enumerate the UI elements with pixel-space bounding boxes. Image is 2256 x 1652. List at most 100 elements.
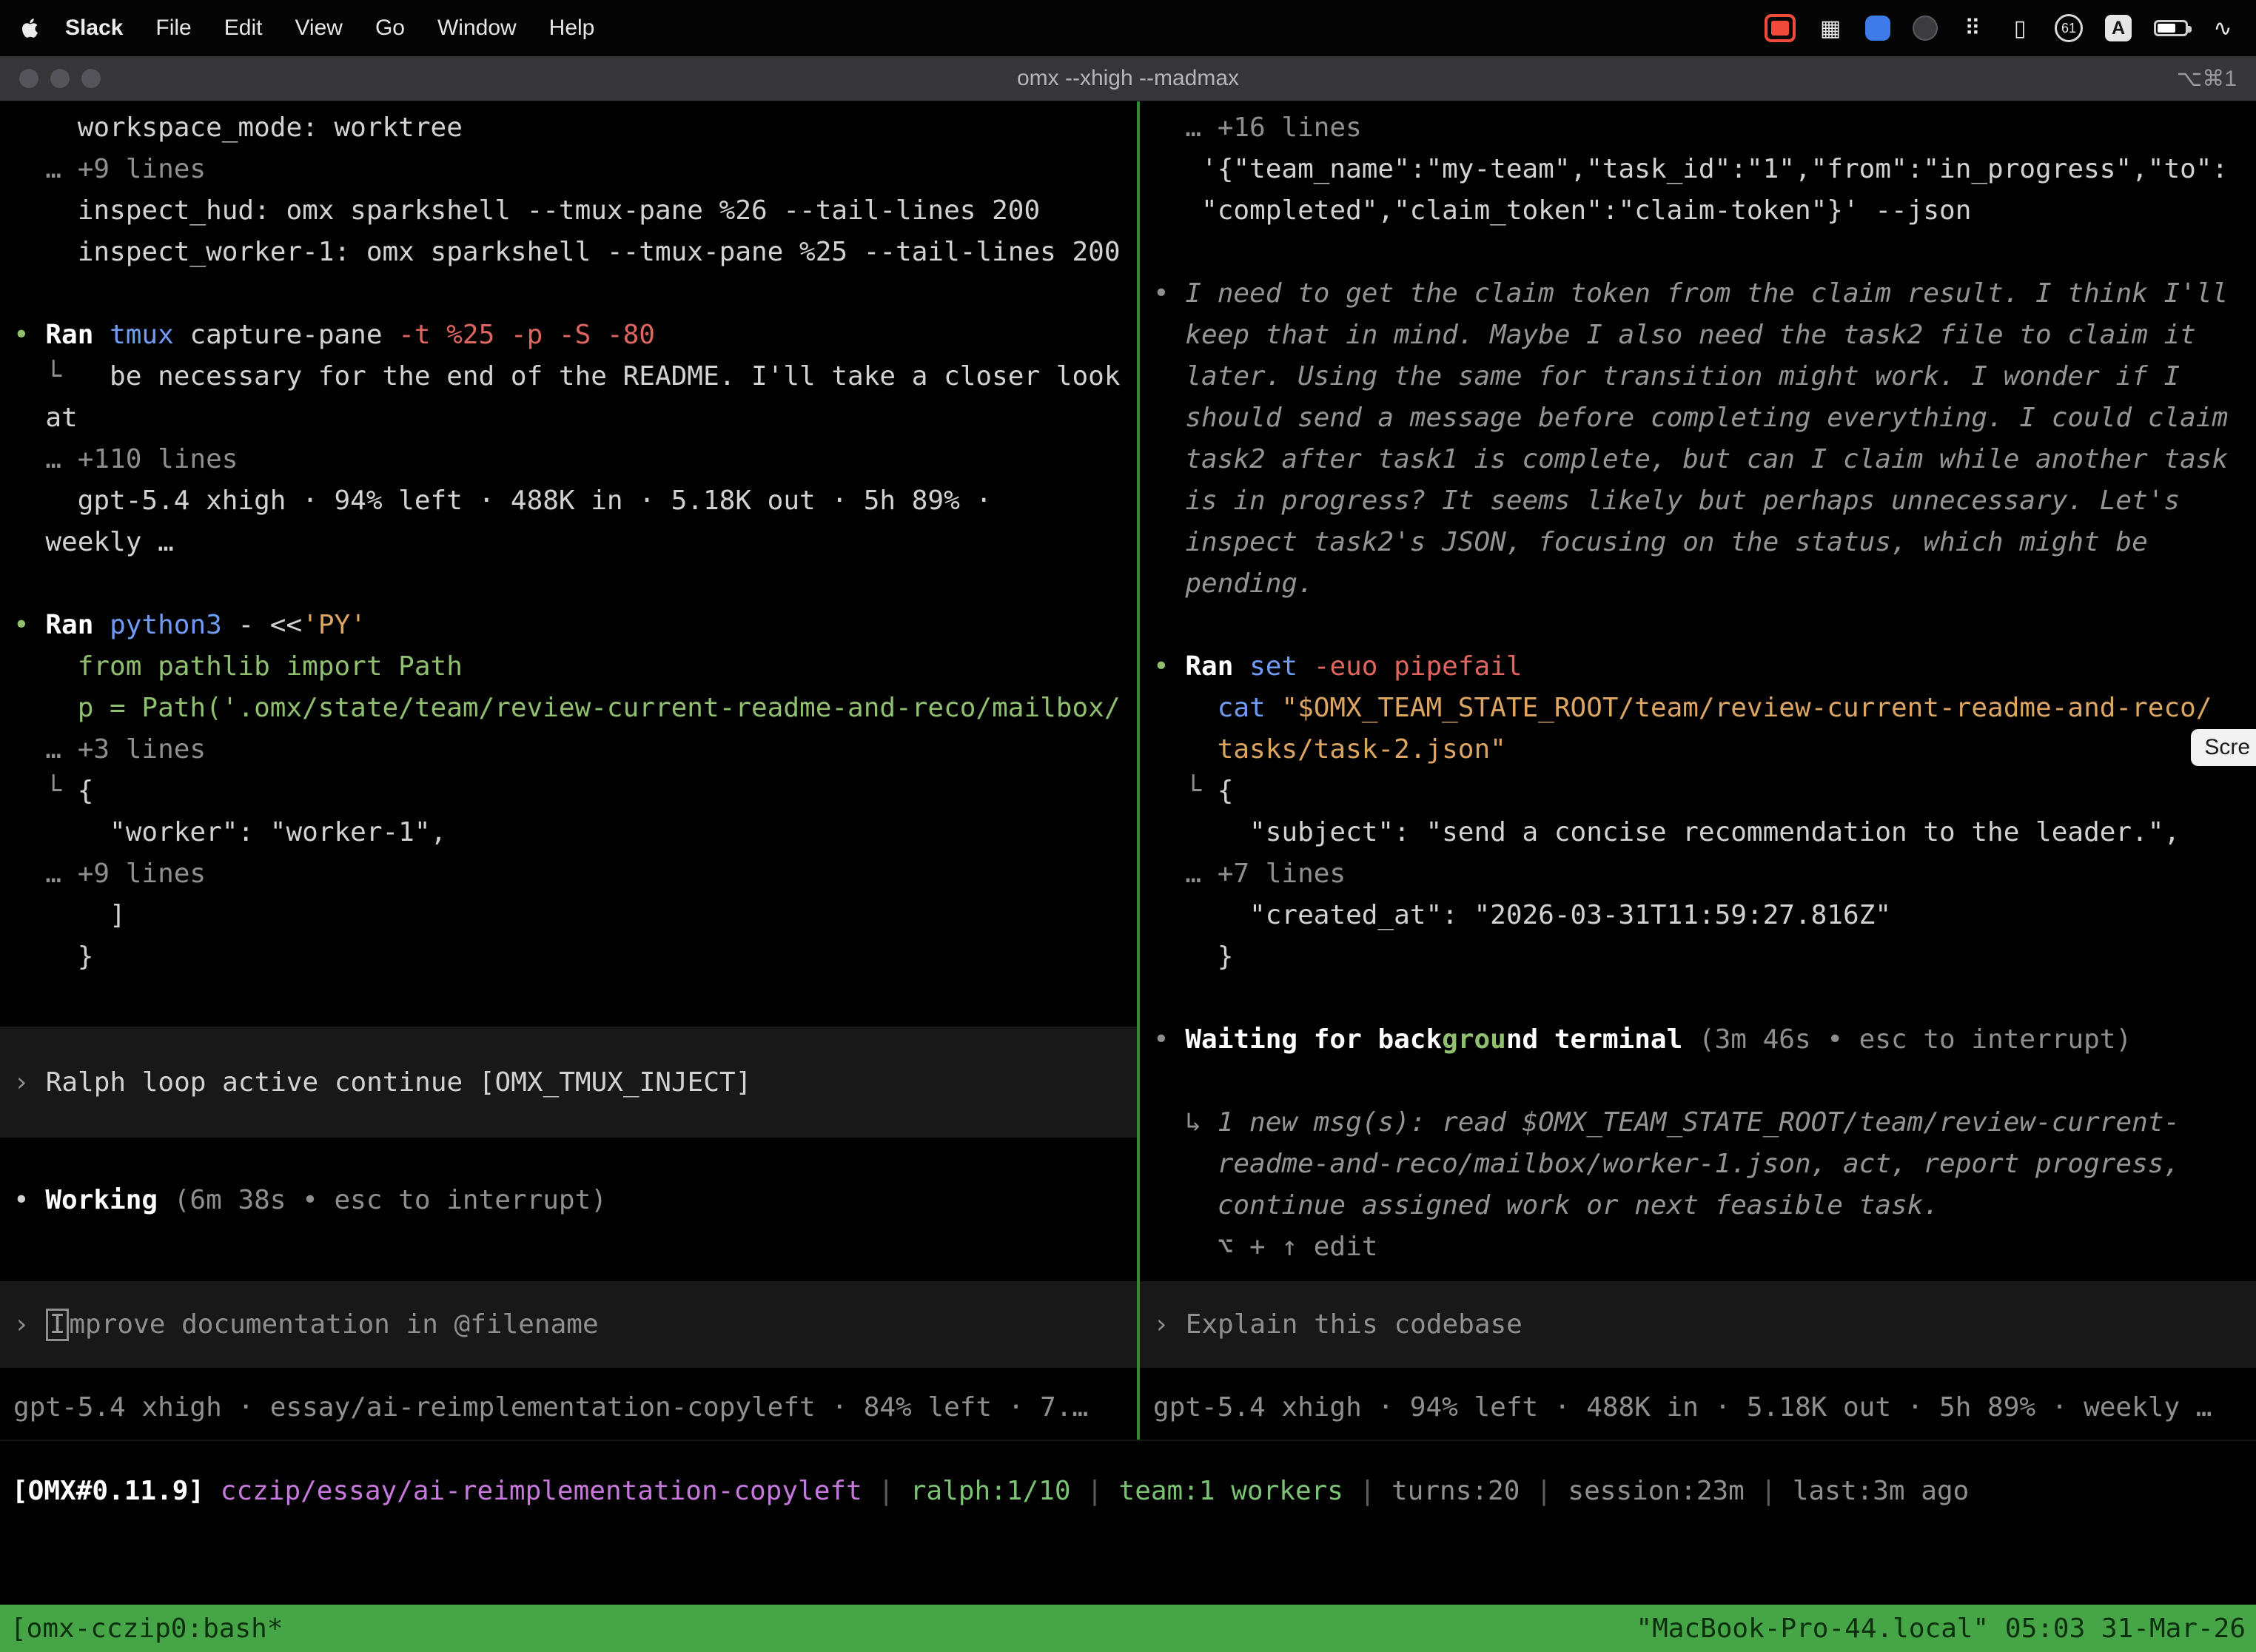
text-cursor: I <box>46 1309 70 1341</box>
terminal-line: • Waiting for background terminal (3m 46… <box>1153 1019 2256 1061</box>
tmux-session-window: [omx-cczip0:bash* <box>10 1614 283 1644</box>
close-button[interactable] <box>19 69 38 88</box>
terminal-line: cat "$OMX_TEAM_STATE_ROOT/team/review-cu… <box>1153 688 2256 729</box>
tmux-status-bar: [omx-cczip0:bash* "MacBook-Pro-44.local"… <box>0 1605 2256 1652</box>
tmux-host-clock: "MacBook-Pro-44.local" 05:03 31-Mar-26 <box>1636 1614 2246 1644</box>
terminal-line: should send a message before completing … <box>1153 397 2256 439</box>
terminal-line: inspect task2's JSON, focusing on the st… <box>1153 522 2256 563</box>
battery-icon[interactable] <box>2154 20 2188 36</box>
left-pane-output: workspace_mode: worktree … +9 lines insp… <box>0 107 1137 978</box>
terminal-line: • Ran tmux capture-pane -t %25 -p -S -80 <box>13 315 1137 356</box>
terminal-line <box>1153 1061 2256 1102</box>
terminal-line: … +7 lines <box>1153 853 2256 895</box>
terminal-line: • I need to get the claim token from the… <box>1153 273 2256 315</box>
terminal-line <box>1153 232 2256 273</box>
terminal-line <box>1153 605 2256 646</box>
tmux-pane-left[interactable]: workspace_mode: worktree … +9 lines insp… <box>0 101 1137 1440</box>
left-input-box[interactable]: › I mprove documentation in @filename <box>0 1281 1137 1368</box>
terminal-line: ↳ 1 new msg(s): read $OMX_TEAM_STATE_ROO… <box>1153 1102 2256 1144</box>
screen: Slack File Edit View Go Window Help ▦ ⠿ ▯ 61 A ∿ o… <box>0 0 2256 1652</box>
menu-help[interactable]: Help <box>549 16 595 41</box>
left-working-line: • Working (6m 38s • esc to interrupt) <box>13 1180 607 1221</box>
terminal-line: "completed","claim_token":"claim-token"}… <box>1153 190 2256 232</box>
input-placeholder: mprove documentation in @filename <box>69 1309 598 1340</box>
terminal-line: } <box>13 936 1137 978</box>
window-icon[interactable]: ▯ <box>2007 14 2032 42</box>
terminal-line: gpt-5.4 xhigh · 94% left · 488K in · 5.1… <box>13 480 1137 522</box>
right-pane-status: gpt-5.4 xhigh · 94% left · 488K in · 5.1… <box>1153 1387 2212 1428</box>
terminal-line: … +110 lines <box>13 439 1137 480</box>
terminal-line: • Ran set -euo pipefail <box>1153 646 2256 688</box>
terminal-line: ⌥ + ↑ edit <box>1153 1226 2256 1268</box>
apple-icon[interactable] <box>21 18 38 38</box>
inject-banner-text: Ralph loop active continue [OMX_TMUX_INJ… <box>46 1067 752 1098</box>
left-pane-status: gpt-5.4 xhigh · essay/ai-reimplementatio… <box>13 1387 1088 1428</box>
blue-app-icon[interactable] <box>1865 16 1890 41</box>
terminal-line: └ be necessary for the end of the README… <box>13 356 1137 397</box>
inject-banner: › Ralph loop active continue [OMX_TMUX_I… <box>0 1027 1137 1138</box>
terminal-line: p = Path('.omx/state/team/review-current… <box>13 688 1137 729</box>
terminal-line: … +3 lines <box>13 729 1137 770</box>
menu-items: File Edit View Go Window Help <box>155 16 594 41</box>
terminal-line: } <box>1153 936 2256 978</box>
terminal-line <box>13 563 1137 605</box>
terminal-line: workspace_mode: worktree <box>13 107 1137 149</box>
terminal-line: '{"team_name":"my-team","task_id":"1","f… <box>1153 149 2256 190</box>
menu-window[interactable]: Window <box>437 16 517 41</box>
terminal-line: • Working (6m 38s • esc to interrupt) <box>13 1180 607 1221</box>
terminal-line: └ { <box>1153 770 2256 812</box>
window-controls <box>19 56 101 101</box>
screen-recording-stop-icon[interactable] <box>1765 14 1796 42</box>
input-source-icon[interactable]: A <box>2105 15 2132 41</box>
terminal-line: [OMX#0.11.9] cczip/essay/ai-reimplementa… <box>12 1471 1969 1512</box>
prompt-chevron: › <box>1153 1309 1169 1340</box>
terminal-line: └ { <box>13 770 1137 812</box>
active-app-name[interactable]: Slack <box>65 16 123 41</box>
menu-go[interactable]: Go <box>375 16 405 41</box>
terminal-line: inspect_hud: omx sparkshell --tmux-pane … <box>13 190 1137 232</box>
tmux-pane-right[interactable]: … +16 lines '{"team_name":"my-team","tas… <box>1140 101 2256 1440</box>
zoom-button[interactable] <box>81 69 101 88</box>
menu-file[interactable]: File <box>155 16 191 41</box>
input-placeholder: Explain this codebase <box>1186 1309 1523 1340</box>
terminal-line: … +9 lines <box>13 853 1137 895</box>
menu-bar: Slack File Edit View Go Window Help ▦ ⠿ ▯ 61 A ∿ <box>0 0 2256 56</box>
prompt-chevron: › <box>13 1067 30 1098</box>
dark-app-icon[interactable] <box>1913 16 1938 41</box>
terminal-line: … +16 lines <box>1153 107 2256 149</box>
terminal-line: pending. <box>1153 563 2256 605</box>
terminal-line: readme-and-reco/mailbox/worker-1.json, a… <box>1153 1144 2256 1185</box>
menu-edit[interactable]: Edit <box>224 16 263 41</box>
terminal-line: ] <box>13 895 1137 936</box>
terminal-line: weekly … <box>13 522 1137 563</box>
terminal-line: from pathlib import Path <box>13 646 1137 688</box>
terminal-line: "created_at": "2026-03-31T11:59:27.816Z" <box>1153 895 2256 936</box>
grid-icon[interactable]: ▦ <box>1818 14 1843 42</box>
scribble-icon[interactable]: ∿ <box>2210 14 2235 42</box>
terminal-line <box>1153 978 2256 1019</box>
right-input-box[interactable]: › Explain this codebase <box>1140 1281 2256 1368</box>
terminal-line: continue assigned work or next feasible … <box>1153 1185 2256 1226</box>
terminal-line: at <box>13 397 1137 439</box>
dots-grid-icon[interactable]: ⠿ <box>1960 14 1985 42</box>
omx-status-line: [OMX#0.11.9] cczip/essay/ai-reimplementa… <box>12 1471 1969 1512</box>
terminal-line <box>13 273 1137 315</box>
minimize-button[interactable] <box>50 69 70 88</box>
right-pane-output: … +16 lines '{"team_name":"my-team","tas… <box>1140 107 2256 1268</box>
menu-status-icons: ▦ ⠿ ▯ 61 A ∿ <box>1765 14 2235 42</box>
window-shortcut-hint: ⌥⌘1 <box>2177 66 2237 92</box>
battery-percent-badge[interactable]: 61 <box>2055 14 2083 42</box>
terminal: workspace_mode: worktree … +9 lines insp… <box>0 101 2256 1652</box>
terminal-line: "worker": "worker-1", <box>13 812 1137 853</box>
terminal-line: … +9 lines <box>13 149 1137 190</box>
terminal-line: later. Using the same for transition mig… <box>1153 356 2256 397</box>
window-title-bar[interactable]: omx --xhigh --madmax ⌥⌘1 <box>0 56 2256 101</box>
terminal-line: inspect_worker-1: omx sparkshell --tmux-… <box>13 232 1137 273</box>
terminal-line: task2 after task1 is complete, but can I… <box>1153 439 2256 480</box>
terminal-line: keep that in mind. Maybe I also need the… <box>1153 315 2256 356</box>
terminal-line: is in progress? It seems likely but perh… <box>1153 480 2256 522</box>
window-title: omx --xhigh --madmax <box>1017 66 1239 91</box>
menu-view[interactable]: View <box>295 16 342 41</box>
terminal-line: tasks/task-2.json" <box>1153 729 2256 770</box>
terminal-line: • Ran python3 - <<'PY' <box>13 605 1137 646</box>
